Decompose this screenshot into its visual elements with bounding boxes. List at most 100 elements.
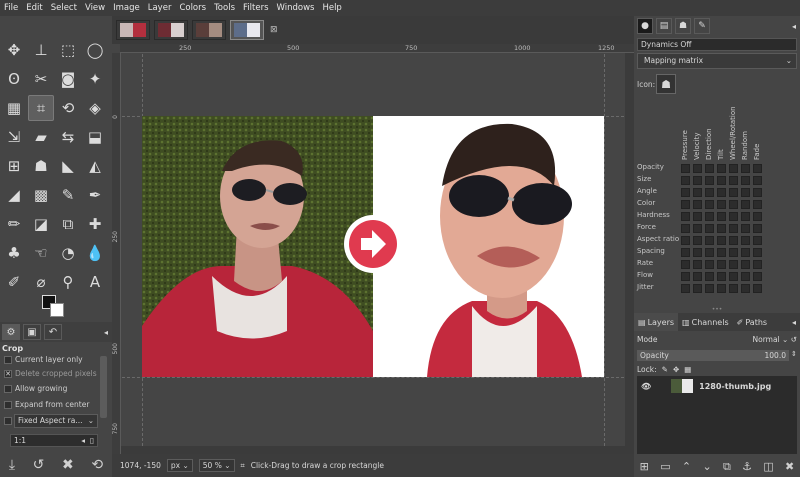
matrix-cell[interactable]: [705, 248, 714, 257]
move-tool-icon[interactable]: ✥: [1, 37, 27, 63]
matrix-cell[interactable]: [729, 236, 738, 245]
dynamics-icon-button[interactable]: ☗: [656, 74, 676, 94]
matrix-cell[interactable]: [705, 272, 714, 281]
matrix-cell[interactable]: [693, 188, 702, 197]
matrix-cell[interactable]: [741, 188, 750, 197]
matrix-cell[interactable]: [693, 176, 702, 185]
matrix-cell[interactable]: [753, 224, 762, 233]
matrix-cell[interactable]: [753, 212, 762, 221]
layer-item[interactable]: 👁 1280-thumb.jpg: [637, 376, 797, 396]
matrix-cell[interactable]: [693, 200, 702, 209]
aspect-ratio-field[interactable]: 1:1 ◂ ▯: [10, 434, 98, 447]
menu-image[interactable]: Image: [109, 3, 144, 13]
opacity-stepper[interactable]: ⇕: [791, 350, 797, 358]
matrix-cell[interactable]: [717, 272, 726, 281]
tool-options-scrollbar[interactable]: [100, 356, 107, 418]
matrix-cell[interactable]: [693, 164, 702, 173]
matrix-cell[interactable]: [753, 188, 762, 197]
matrix-cell[interactable]: [741, 176, 750, 185]
matrix-cell[interactable]: [729, 248, 738, 257]
matrix-cell[interactable]: [681, 176, 690, 185]
panel-menu-icon[interactable]: ◂: [104, 328, 108, 337]
matrix-cell[interactable]: [705, 188, 714, 197]
text-tool-icon[interactable]: A: [82, 269, 108, 295]
matrix-cell[interactable]: [741, 284, 750, 293]
layers-tab[interactable]: ▤ Layers: [634, 313, 679, 331]
matrix-cell[interactable]: [693, 224, 702, 233]
menu-select[interactable]: Select: [47, 3, 81, 13]
matrix-cell[interactable]: [717, 236, 726, 245]
dodge-burn-icon[interactable]: ◔: [55, 240, 81, 266]
matrix-cell[interactable]: [693, 212, 702, 221]
perspective-tool-icon[interactable]: ⬓: [82, 124, 108, 150]
delete-cropped-row[interactable]: ✕ Delete cropped pixels: [4, 369, 97, 378]
channels-tab[interactable]: ▥ Channels: [678, 313, 733, 331]
anchor-layer-icon[interactable]: ⚓: [742, 460, 752, 473]
matrix-cell[interactable]: [753, 272, 762, 281]
layer-list[interactable]: [637, 396, 797, 454]
pane-divider[interactable]: •••: [634, 306, 800, 313]
matrix-cell[interactable]: [705, 176, 714, 185]
eraser-tool-icon[interactable]: ◪: [28, 211, 54, 237]
matrix-cell[interactable]: [753, 200, 762, 209]
bucket-fill-icon[interactable]: ◣: [55, 153, 81, 179]
unit-select[interactable]: px ⌄: [166, 459, 193, 472]
menu-windows[interactable]: Windows: [273, 3, 319, 13]
matrix-cell[interactable]: [717, 200, 726, 209]
matrix-cell[interactable]: [681, 260, 690, 269]
matrix-cell[interactable]: [693, 260, 702, 269]
image-tab-2[interactable]: [154, 20, 188, 40]
matrix-cell[interactable]: [753, 284, 762, 293]
panel-menu-icon[interactable]: ◂: [792, 22, 796, 31]
zoom-select[interactable]: 50 % ⌄: [198, 459, 235, 472]
matrix-cell[interactable]: [729, 284, 738, 293]
matrix-cell[interactable]: [753, 260, 762, 269]
matrix-cell[interactable]: [717, 212, 726, 221]
color-picker-icon[interactable]: ⌀: [28, 269, 54, 295]
handle-transform-icon[interactable]: ☗: [28, 153, 54, 179]
matrix-cell[interactable]: [741, 260, 750, 269]
menu-help[interactable]: Help: [318, 3, 345, 13]
patterns-tab[interactable]: ▤: [656, 18, 672, 34]
matrix-cell[interactable]: [741, 236, 750, 245]
ellipse-select-icon[interactable]: ◯: [82, 37, 108, 63]
mode-select[interactable]: Normal ⌄ ↺: [753, 335, 798, 348]
matrix-cell[interactable]: [741, 272, 750, 281]
allow-growing-checkbox[interactable]: [4, 384, 12, 393]
matrix-cell[interactable]: [693, 284, 702, 293]
new-group-icon[interactable]: ▭: [660, 460, 670, 473]
image-tab-3[interactable]: [192, 20, 226, 40]
image-tab-active[interactable]: [230, 20, 264, 40]
undo-history-tab[interactable]: ↶: [44, 324, 62, 340]
matrix-cell[interactable]: [681, 236, 690, 245]
menu-tools[interactable]: Tools: [210, 3, 239, 13]
matrix-cell[interactable]: [753, 248, 762, 257]
matrix-cell[interactable]: [693, 236, 702, 245]
menu-view[interactable]: View: [81, 3, 109, 13]
crop-tool-icon[interactable]: ⌗: [28, 95, 54, 121]
visibility-eye-icon[interactable]: 👁: [641, 382, 651, 391]
vertical-ruler[interactable]: 0 250 500 750: [112, 53, 121, 454]
flip-tool-icon[interactable]: ⇆: [55, 124, 81, 150]
matrix-cell[interactable]: [717, 248, 726, 257]
by-color-select-icon[interactable]: ▦: [1, 95, 27, 121]
delete-options-icon[interactable]: ✖: [62, 457, 74, 473]
matrix-cell[interactable]: [729, 176, 738, 185]
matrix-cell[interactable]: [681, 284, 690, 293]
matrix-cell[interactable]: [693, 272, 702, 281]
menu-file[interactable]: File: [0, 3, 22, 13]
paintbrush-tool-icon[interactable]: ◢: [1, 182, 27, 208]
matrix-cell[interactable]: [681, 188, 690, 197]
matrix-cell[interactable]: [729, 272, 738, 281]
menu-edit[interactable]: Edit: [22, 3, 46, 13]
brushes-tab[interactable]: ●: [637, 18, 653, 34]
ink-tool-icon[interactable]: ✒: [82, 182, 108, 208]
matrix-cell[interactable]: [705, 236, 714, 245]
shear-tool-icon[interactable]: ▰: [28, 124, 54, 150]
cage-transform-icon[interactable]: ⊞: [1, 153, 27, 179]
airbrush-tool-icon[interactable]: ✎: [55, 182, 81, 208]
menu-colors[interactable]: Colors: [175, 3, 210, 13]
matrix-cell[interactable]: [753, 164, 762, 173]
matrix-cell[interactable]: [729, 164, 738, 173]
matrix-cell[interactable]: [729, 224, 738, 233]
